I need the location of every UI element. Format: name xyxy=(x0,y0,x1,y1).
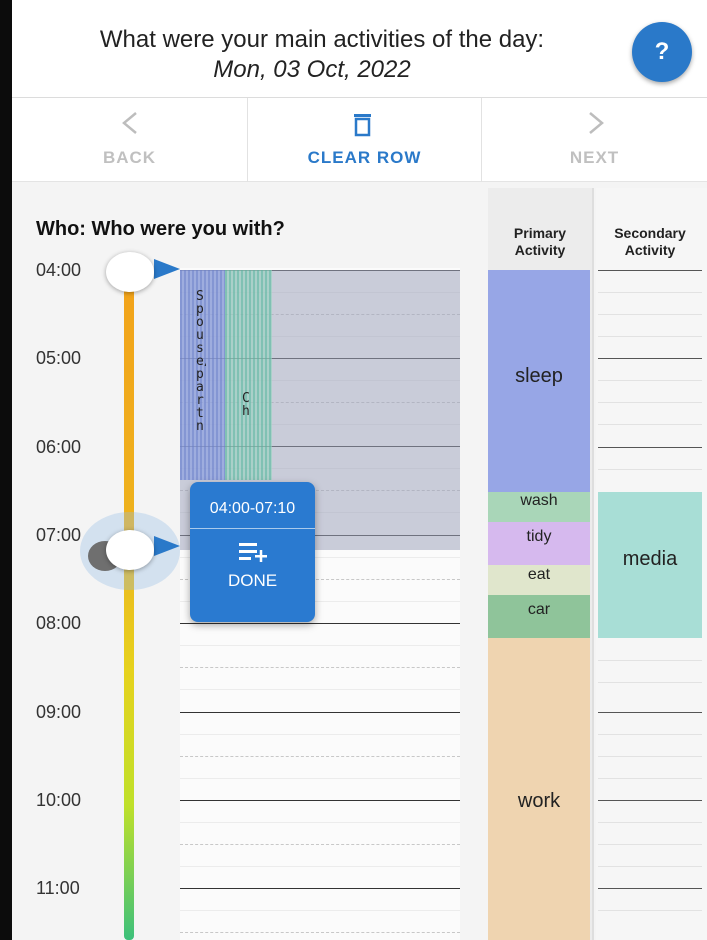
secondary-block-media[interactable]: media xyxy=(598,492,702,638)
hour-line xyxy=(598,270,702,271)
hour-line xyxy=(180,623,460,624)
hour-line xyxy=(598,447,702,448)
time-label: 08:00 xyxy=(36,613,82,633)
secondary-activity-header: Secondary Activity xyxy=(614,225,686,258)
hour-line xyxy=(598,712,702,713)
minor-line xyxy=(598,469,702,470)
time-label: 09:00 xyxy=(36,702,82,722)
minor-line xyxy=(598,336,702,337)
hour-line xyxy=(180,712,460,713)
clear-row-label: CLEAR ROW xyxy=(307,148,422,167)
time-label: 06:00 xyxy=(36,437,82,457)
hour-line xyxy=(598,358,702,359)
back-button[interactable]: BACK xyxy=(12,98,247,182)
minor-line xyxy=(598,778,702,779)
who-column-children[interactable] xyxy=(225,270,272,480)
primary-block-car[interactable]: car xyxy=(488,595,590,638)
primary-block-tidy[interactable]: tidy xyxy=(488,522,590,565)
minor-line xyxy=(180,778,460,779)
help-icon: ? xyxy=(654,38,670,65)
time-range-text: 04:00-07:10 xyxy=(209,500,296,517)
minor-line xyxy=(598,910,702,911)
minor-line xyxy=(180,689,460,690)
primary-block-work[interactable]: work xyxy=(488,638,590,940)
time-label: 10:00 xyxy=(36,790,82,810)
hour-line xyxy=(598,888,702,889)
section-title: Who: Who were you with? xyxy=(36,218,285,240)
half-hour-line xyxy=(180,756,460,757)
who-label-children: Ch xyxy=(242,392,250,419)
header: What were your main activities of the da… xyxy=(12,0,707,98)
primary-block-sleep[interactable]: sleep xyxy=(488,270,590,492)
help-button[interactable]: ? xyxy=(632,22,692,82)
done-popup[interactable]: 04:00-07:10 DONE xyxy=(190,482,315,622)
left-edge-bar xyxy=(0,0,12,940)
time-label: 04:00 xyxy=(36,260,82,280)
hour-line xyxy=(180,800,460,801)
minor-line xyxy=(598,660,702,661)
trash-icon xyxy=(354,114,371,137)
clear-row-button[interactable]: CLEAR ROW xyxy=(248,98,481,182)
column-divider xyxy=(592,188,594,940)
minor-line xyxy=(598,402,702,403)
primary-block-wash[interactable]: wash xyxy=(488,492,590,522)
popup-divider xyxy=(190,528,315,529)
half-hour-line xyxy=(180,844,460,845)
minor-line xyxy=(180,822,460,823)
time-range-bar[interactable] xyxy=(124,268,134,940)
minor-line xyxy=(598,822,702,823)
chevron-right-icon xyxy=(589,112,604,134)
who-label-spouse: Spouse/partn xyxy=(196,290,206,434)
primary-block-eat[interactable]: eat xyxy=(488,565,590,595)
chevron-left-icon xyxy=(122,112,137,134)
minor-line xyxy=(180,910,460,911)
question-text: What were your main activities of the da… xyxy=(99,26,545,53)
minor-line xyxy=(180,734,460,735)
minor-line xyxy=(180,645,460,646)
next-label: NEXT xyxy=(569,148,620,167)
hour-line xyxy=(598,800,702,801)
hour-line xyxy=(180,888,460,889)
minor-line xyxy=(598,314,702,315)
start-time-handle[interactable] xyxy=(106,252,154,292)
done-label: DONE xyxy=(227,571,278,590)
time-label: 11:00 xyxy=(36,878,80,898)
minor-line xyxy=(598,844,702,845)
time-label: 07:00 xyxy=(36,525,82,545)
next-button[interactable]: NEXT xyxy=(482,98,707,182)
minor-line xyxy=(598,866,702,867)
minor-line xyxy=(598,734,702,735)
end-time-handle[interactable] xyxy=(106,530,154,570)
minor-line xyxy=(598,380,702,381)
minor-line xyxy=(180,866,460,867)
nav-bar: BACK CLEAR ROW NEXT xyxy=(12,98,707,182)
date-text: Mon, 03 Oct, 2022 xyxy=(213,56,411,83)
minor-line xyxy=(598,756,702,757)
start-arrow-icon xyxy=(154,259,180,279)
half-hour-line xyxy=(180,932,460,933)
add-list-icon xyxy=(238,543,267,562)
minor-line xyxy=(598,682,702,683)
end-arrow-icon xyxy=(154,536,180,556)
minor-line xyxy=(598,424,702,425)
minor-line xyxy=(598,292,702,293)
half-hour-line xyxy=(180,667,460,668)
time-label: 05:00 xyxy=(36,348,82,368)
back-label: BACK xyxy=(102,148,157,167)
